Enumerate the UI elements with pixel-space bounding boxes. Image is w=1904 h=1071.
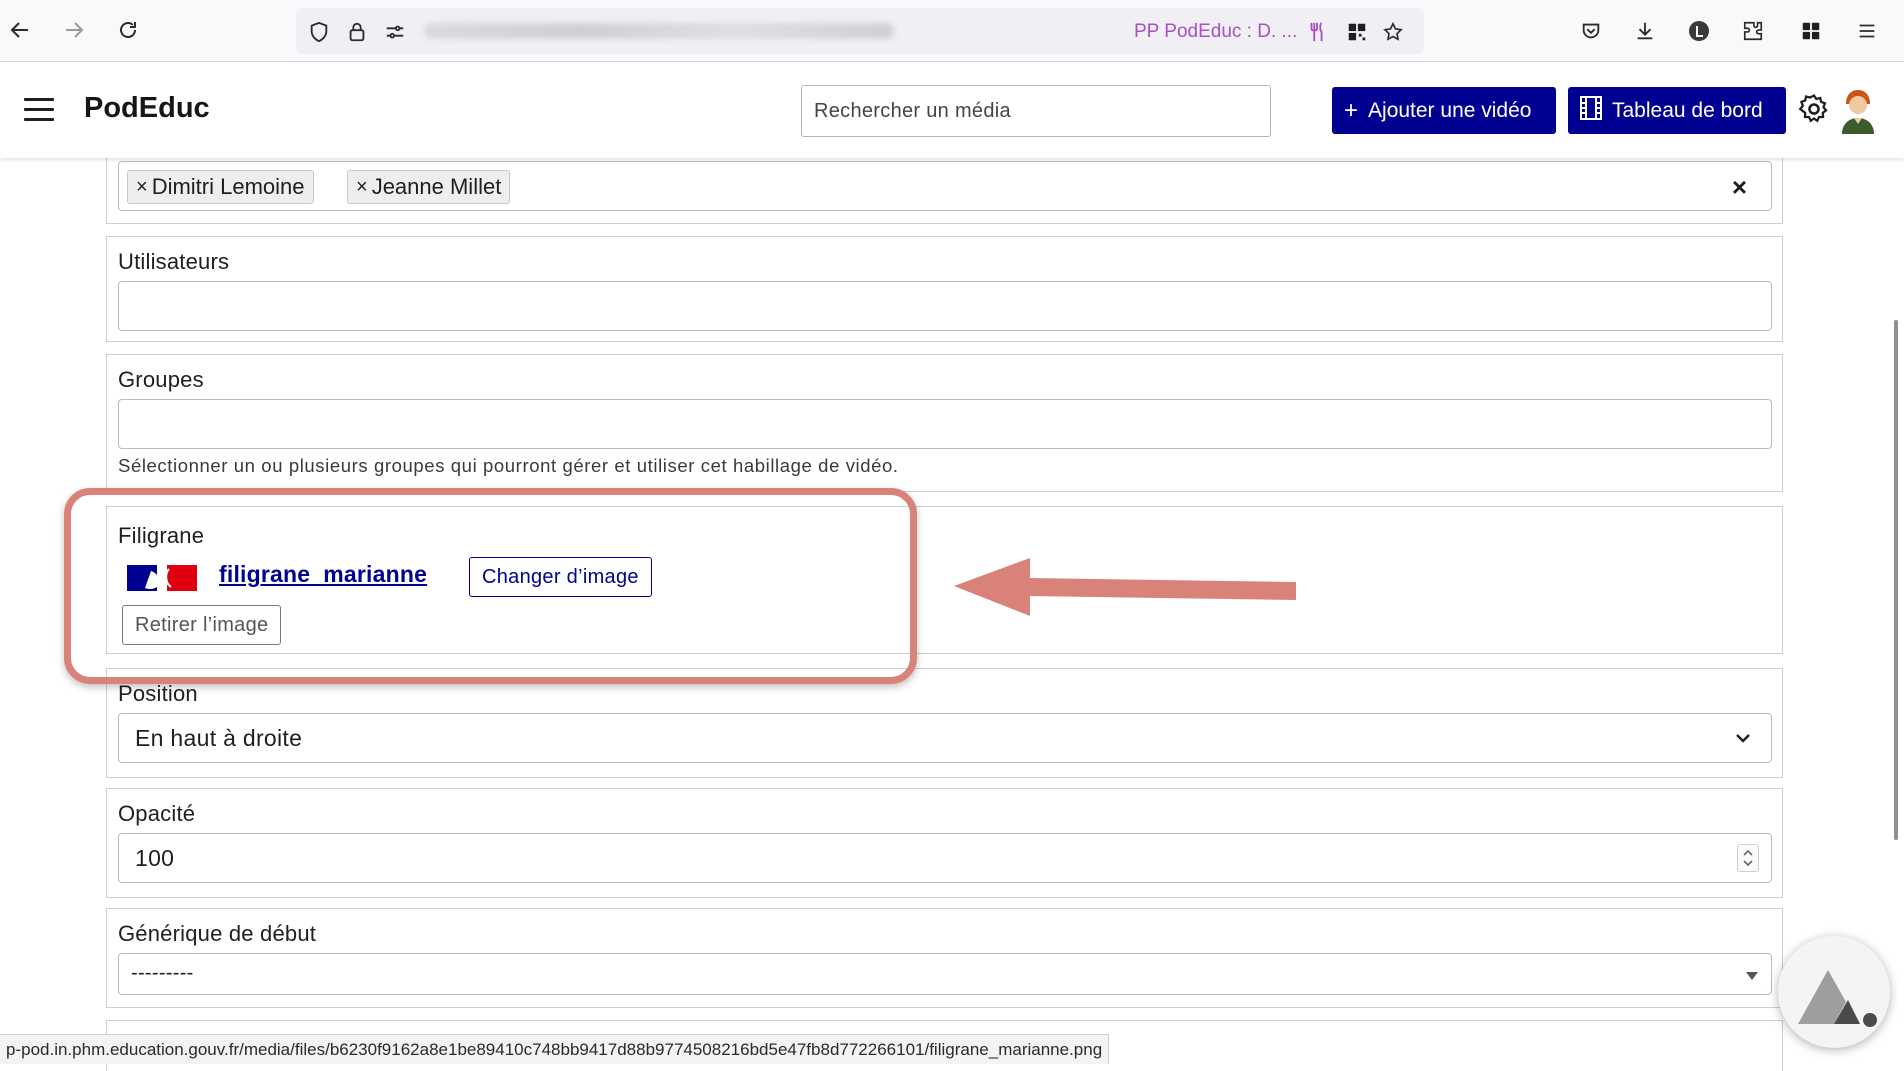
qr-code-icon[interactable] [1344,19,1370,45]
assistant-floating-button[interactable] [1778,936,1890,1048]
groups-help-text: Sélectionner un ou plusieurs groupes qui… [118,455,899,476]
shield-icon[interactable] [306,19,332,45]
account-icon[interactable] [1684,16,1714,46]
opacity-value: 100 [135,845,175,871]
scrollbar[interactable] [1894,320,1898,840]
position-select[interactable]: En haut à droite [118,713,1772,763]
groups-label: Groupes [118,367,204,392]
add-video-label: Ajouter une vidéo [1368,98,1532,122]
owner-chip: × Jeanne Millet [347,170,511,204]
owner-chip-label: Jeanne Millet [371,174,502,199]
bookmark-star-icon[interactable] [1380,19,1406,45]
browser-toolbar: PP PodEduc : D. ... [0,0,1904,62]
opacity-card: Opacité 100 [106,788,1783,898]
caret-down-icon [1745,968,1759,986]
dashboard-label: Tableau de bord [1612,98,1763,122]
app-header: PodEduc Rechercher un média + Ajouter un… [0,62,1904,158]
add-video-button[interactable]: + Ajouter une vidéo [1332,87,1556,134]
position-selected-value: En haut à droite [135,725,303,751]
lock-icon[interactable] [344,19,370,45]
remove-chip-icon[interactable]: × [136,176,148,199]
opacity-number-input[interactable]: 100 [118,833,1772,883]
number-spinner[interactable] [1737,844,1759,872]
link-status-bar: p-pod.in.phm.education.gouv.fr/media/fil… [0,1034,1110,1064]
back-arrow-icon[interactable] [4,14,36,46]
groups-input[interactable] [118,399,1772,449]
clear-selection-icon[interactable]: × [1732,172,1747,203]
users-card: Utilisateurs [106,236,1783,342]
tab-title: PP PodEduc : D. ... [1134,21,1298,42]
owner-chip-label: Dimitri Lemoine [151,174,305,199]
intro-card: Générique de début --------- [106,908,1783,1008]
intro-label: Générique de début [118,921,317,946]
opacity-label: Opacité [118,801,196,826]
users-label: Utilisateurs [118,249,230,274]
site-brand[interactable]: PodEduc [84,92,210,125]
fork-knife-icon[interactable] [1304,19,1330,45]
intro-selected-value: --------- [131,962,194,984]
plus-icon: + [1344,96,1359,124]
position-label: Position [118,681,198,706]
owners-select[interactable]: × Dimitri Lemoine × Jeanne Millet × [118,161,1772,211]
extensions-icon[interactable] [1738,16,1768,46]
position-card: Position En haut à droite [106,668,1783,778]
forward-arrow-icon[interactable] [58,14,90,46]
url-text[interactable] [424,23,894,39]
apps-grid-icon[interactable] [1796,16,1826,46]
download-icon[interactable] [1630,16,1660,46]
pocket-icon[interactable] [1576,16,1606,46]
intro-select[interactable]: --------- [118,953,1772,995]
browser-menu-icon[interactable] [1852,16,1882,46]
search-input[interactable]: Rechercher un média [801,85,1271,137]
hamburger-menu-icon[interactable] [24,98,54,122]
users-input[interactable] [118,281,1772,331]
annotation-highlight-box [64,488,917,684]
reload-icon[interactable] [112,14,144,46]
settings-gear-icon[interactable] [1797,92,1831,126]
owners-card: × Dimitri Lemoine × Jeanne Millet × [106,158,1783,224]
film-icon [1580,95,1602,126]
remove-chip-icon[interactable]: × [356,176,368,199]
permissions-icon[interactable] [382,19,408,45]
user-avatar[interactable] [1838,86,1878,134]
address-bar[interactable]: PP PodEduc : D. ... [296,8,1424,54]
chevron-down-icon [1733,728,1753,753]
groups-card: Groupes Sélectionner un ou plusieurs gro… [106,354,1783,492]
assistant-logo-icon [1798,970,1877,1027]
owner-chip: × Dimitri Lemoine [127,170,314,204]
annotation-arrow-icon [950,552,1300,622]
dashboard-button[interactable]: Tableau de bord [1568,87,1786,134]
